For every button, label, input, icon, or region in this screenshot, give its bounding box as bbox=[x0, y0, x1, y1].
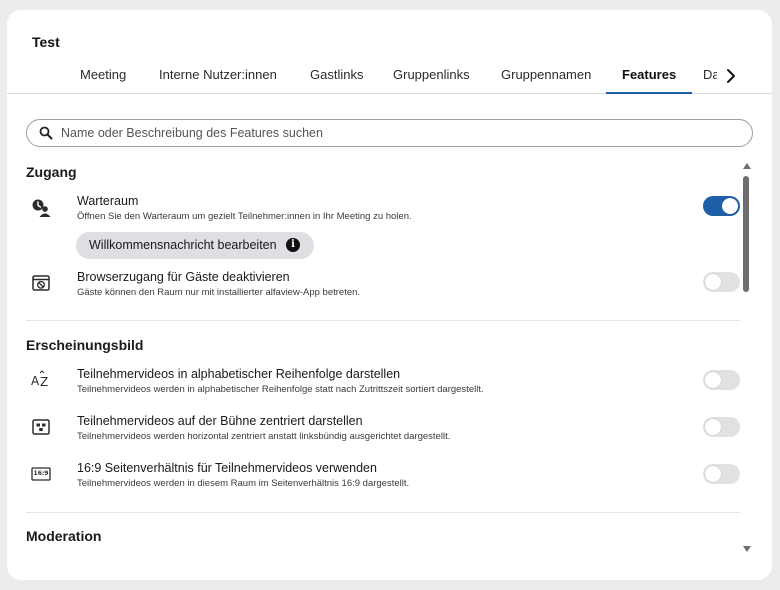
feature-description-warteraum: Öffnen Sie den Warteraum um gezielt Teil… bbox=[77, 211, 412, 222]
section-title-erscheinungsbild: Erscheinungsbild bbox=[26, 337, 144, 353]
toggle-knob bbox=[722, 198, 738, 214]
chevron-right-icon bbox=[727, 69, 735, 83]
edit-welcome-message-button[interactable]: Willkommensnachricht bearbeiten i bbox=[76, 232, 314, 259]
waiting-room-icon bbox=[32, 199, 51, 217]
edit-welcome-message-label: Willkommensnachricht bearbeiten bbox=[89, 238, 277, 252]
feature-description-zentriert: Teilnehmervideos werden horizontal zentr… bbox=[77, 431, 451, 442]
scroll-down-arrow-icon[interactable] bbox=[743, 545, 751, 553]
toggle-knob bbox=[705, 419, 721, 435]
aspect-ratio-icon-label: 16:9 bbox=[33, 470, 49, 477]
svg-text:A: A bbox=[31, 374, 40, 388]
tab-interne-nutzerinnen[interactable]: Interne Nutzer:innen bbox=[159, 62, 277, 94]
info-icon[interactable]: i bbox=[286, 238, 300, 252]
tab-bar: Meeting Interne Nutzer:innen Gastlinks G… bbox=[7, 62, 772, 94]
tab-gastlinks[interactable]: Gastlinks bbox=[310, 62, 363, 94]
toggle-browserzugang[interactable] bbox=[703, 272, 740, 292]
tab-gruppenlinks[interactable]: Gruppenlinks bbox=[393, 62, 470, 94]
svg-text:Z: Z bbox=[40, 375, 48, 389]
scroll-thumb[interactable] bbox=[743, 176, 749, 292]
content-scrollbar[interactable] bbox=[740, 162, 754, 554]
feature-description-seitenverhaeltnis: Teilnehmervideos werden in diesem Raum i… bbox=[77, 478, 410, 489]
stage-center-icon bbox=[32, 419, 50, 435]
feature-title-warteraum: Warteraum bbox=[77, 194, 139, 208]
toggle-seitenverhaeltnis[interactable] bbox=[703, 464, 740, 484]
feature-title-seitenverhaeltnis: 16:9 Seitenverhältnis für Teilnehmervide… bbox=[77, 461, 377, 475]
feature-title-browserzugang: Browserzugang für Gäste deaktivieren bbox=[77, 270, 290, 284]
toggle-alphabetisch[interactable] bbox=[703, 370, 740, 390]
scroll-up-arrow-icon[interactable] bbox=[743, 162, 751, 170]
toggle-zentriert[interactable] bbox=[703, 417, 740, 437]
feature-description-browserzugang: Gäste können den Raum nur mit installier… bbox=[77, 287, 361, 298]
aspect-ratio-icon: 16:9 bbox=[30, 463, 52, 485]
feature-search bbox=[26, 119, 753, 147]
search-icon bbox=[39, 126, 53, 140]
tab-gruppennamen[interactable]: Gruppennamen bbox=[501, 62, 591, 94]
settings-dialog: Test Meeting Interne Nutzer:innen Gastli… bbox=[7, 10, 772, 580]
tab-meeting[interactable]: Meeting bbox=[80, 62, 126, 94]
feature-title-alphabetisch: Teilnehmervideos in alphabetischer Reihe… bbox=[77, 367, 401, 381]
tab-scroll-right-button[interactable] bbox=[723, 66, 739, 86]
tab-features[interactable]: Features bbox=[605, 62, 693, 94]
browser-blocked-icon bbox=[32, 275, 50, 291]
search-input[interactable] bbox=[61, 123, 741, 143]
toggle-knob bbox=[705, 372, 721, 388]
toggle-warteraum[interactable] bbox=[703, 196, 740, 216]
sort-alphabetical-icon: A Z bbox=[31, 370, 48, 389]
section-divider bbox=[26, 512, 740, 513]
section-title-moderation: Moderation bbox=[26, 528, 102, 544]
feature-title-zentriert: Teilnehmervideos auf der Bühne zentriert… bbox=[77, 414, 363, 428]
tab-datenschutz[interactable]: Da bbox=[703, 62, 717, 94]
toggle-knob bbox=[705, 274, 721, 290]
section-title-zugang: Zugang bbox=[26, 164, 77, 180]
feature-description-alphabetisch: Teilnehmervideos werden in alphabetische… bbox=[77, 384, 484, 395]
toggle-knob bbox=[705, 466, 721, 482]
dialog-title: Test bbox=[32, 34, 60, 50]
section-divider bbox=[26, 320, 740, 321]
